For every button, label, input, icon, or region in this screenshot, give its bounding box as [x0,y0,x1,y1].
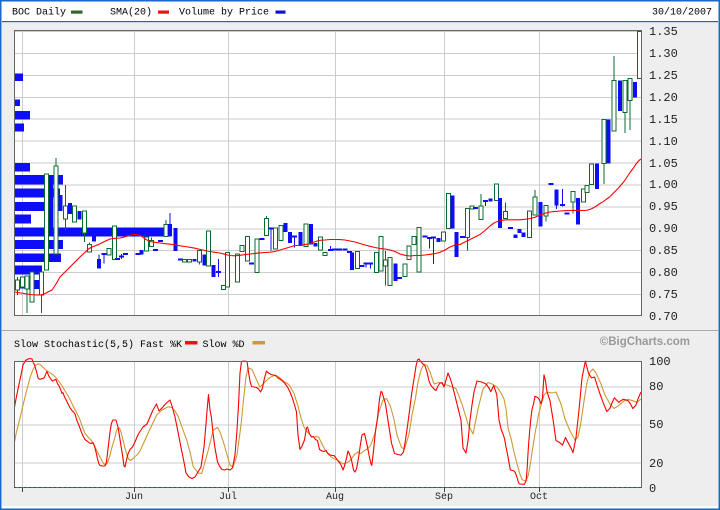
svg-text:Slow %D: Slow %D [203,339,245,351]
svg-text:1.05: 1.05 [649,157,678,171]
svg-text:Volume by Price: Volume by Price [179,7,269,19]
svg-text:Oct: Oct [530,492,548,503]
svg-text:100: 100 [649,355,671,369]
svg-text:20: 20 [649,457,663,471]
svg-text:Aug: Aug [326,492,344,503]
svg-text:0.90: 0.90 [649,222,678,236]
svg-text:0.95: 0.95 [649,200,678,214]
svg-text:1.35: 1.35 [649,25,678,39]
svg-text:50: 50 [649,418,663,432]
svg-text:1.10: 1.10 [649,135,678,149]
svg-text:0.80: 0.80 [649,266,678,280]
svg-text:1.15: 1.15 [649,113,678,127]
svg-text:©BigCharts.com: ©BigCharts.com [600,336,690,348]
svg-text:0: 0 [649,482,656,496]
svg-text:30/10/2007: 30/10/2007 [652,7,712,19]
svg-text:BOC Daily: BOC Daily [12,7,66,19]
svg-text:1.20: 1.20 [649,91,678,105]
svg-text:1.00: 1.00 [649,178,678,192]
svg-text:Sep: Sep [435,492,453,503]
svg-text:0.75: 0.75 [649,288,678,302]
svg-text:1.30: 1.30 [649,47,678,61]
svg-text:0.85: 0.85 [649,244,678,258]
svg-text:Slow Stochastic(5,5) Fast %K: Slow Stochastic(5,5) Fast %K [14,339,182,351]
svg-text:Jun: Jun [125,492,143,503]
svg-text:0.70: 0.70 [649,310,678,324]
svg-text:Jul: Jul [219,491,237,503]
svg-text:SMA(20): SMA(20) [110,7,152,19]
svg-text:80: 80 [649,380,663,394]
svg-text:1.25: 1.25 [649,69,678,83]
